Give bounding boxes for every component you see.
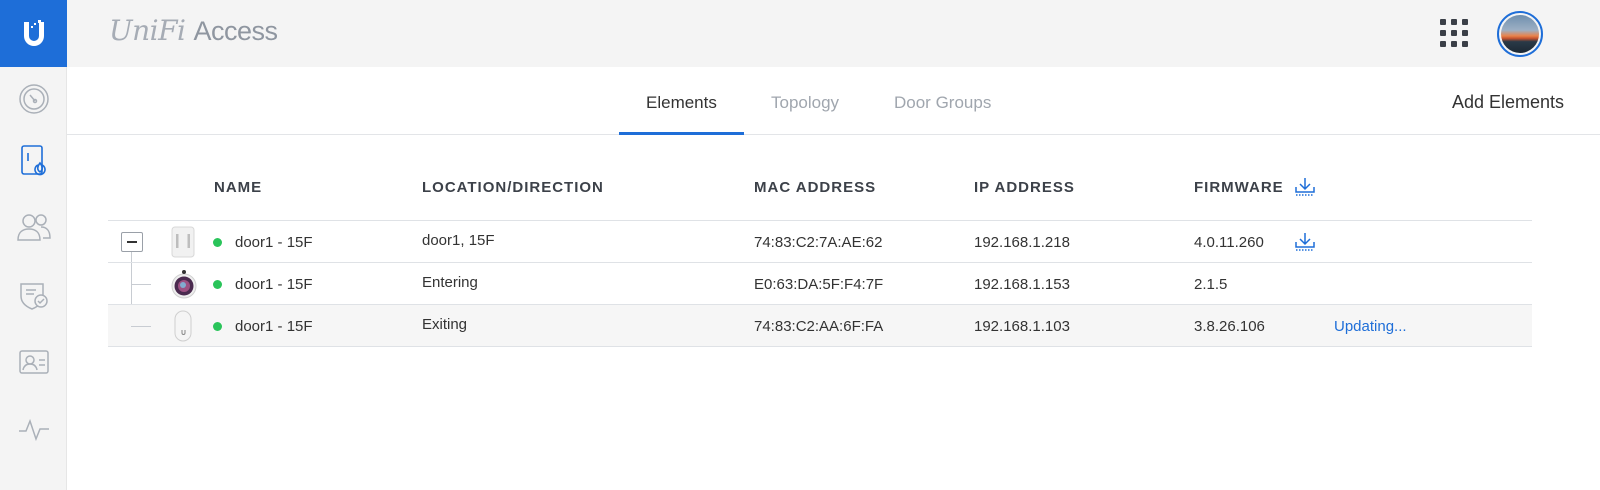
device-name[interactable]: door1 - 15F	[235, 276, 313, 293]
collapse-toggle[interactable]	[121, 232, 143, 252]
column-location[interactable]: LOCATION/DIRECTION	[422, 179, 604, 196]
brand-name: UniFi	[109, 14, 186, 47]
update-all-firmware-icon[interactable]	[1294, 176, 1316, 203]
nav-activity[interactable]	[17, 412, 51, 446]
id-card-icon	[19, 350, 49, 374]
nav-credentials[interactable]	[17, 345, 51, 379]
tab-topology[interactable]: Topology	[771, 93, 839, 113]
tree-branch	[131, 284, 151, 285]
tab-bar: Elements Topology Door Groups Add Elemen…	[67, 67, 1600, 135]
column-ip[interactable]: IP ADDRESS	[974, 179, 1075, 196]
active-tab-indicator	[619, 132, 744, 135]
access-policy-icon	[20, 283, 48, 310]
device-location: door1, 15F	[422, 232, 495, 249]
device-firmware: 3.8.26.106	[1194, 318, 1265, 335]
column-name[interactable]: NAME	[214, 179, 262, 196]
status-online-dot	[213, 280, 222, 289]
tab-elements[interactable]: Elements	[646, 93, 717, 113]
firmware-update-icon[interactable]	[1294, 231, 1316, 257]
dashboard-icon	[19, 84, 49, 114]
nav-users[interactable]	[17, 210, 51, 244]
tree-branch	[131, 326, 151, 327]
device-ip: 192.168.1.153	[974, 276, 1070, 293]
device-ip: 192.168.1.218	[974, 234, 1070, 251]
device-location: Exiting	[422, 316, 468, 333]
app-launcher-icon[interactable]	[1440, 19, 1468, 47]
avatar-image	[1501, 15, 1539, 53]
activity-icon	[19, 418, 49, 442]
unifi-u-icon	[23, 19, 44, 46]
device-name[interactable]: door1 - 15F	[235, 318, 313, 335]
column-firmware[interactable]: FIRMWARE	[1194, 179, 1284, 196]
device-mac: 74:83:C2:7A:AE:62	[754, 234, 883, 251]
device-ip: 192.168.1.103	[974, 318, 1070, 335]
nav-doors[interactable]	[17, 143, 51, 177]
status-online-dot	[213, 322, 222, 331]
hub-device-icon	[170, 226, 196, 262]
table-row[interactable]: door1 - 15F Exiting 74:83:C2:AA:6F:FA 19…	[108, 305, 1532, 347]
nav-access-policies[interactable]	[17, 278, 51, 312]
product-name: Access	[193, 16, 278, 46]
tab-door-groups[interactable]: Door Groups	[894, 93, 991, 113]
nav-dashboard[interactable]	[17, 82, 51, 116]
unifi-logo[interactable]	[0, 0, 67, 67]
nav-rail	[0, 0, 67, 490]
table-row[interactable]: door1 - 15F door1, 15F 74:83:C2:7A:AE:62…	[108, 221, 1532, 263]
table-header: NAME LOCATION/DIRECTION MAC ADDRESS IP A…	[108, 168, 1532, 221]
top-bar: UniFi Access	[67, 0, 1600, 67]
users-icon	[17, 214, 51, 241]
column-mac[interactable]: MAC ADDRESS	[754, 179, 876, 196]
user-avatar[interactable]	[1497, 11, 1543, 57]
device-mac: E0:63:DA:5F:F4:7F	[754, 276, 884, 293]
elements-table: NAME LOCATION/DIRECTION MAC ADDRESS IP A…	[108, 168, 1532, 347]
app-brand[interactable]: UniFi Access	[109, 14, 278, 47]
firmware-updating-status[interactable]: Updating...	[1334, 318, 1407, 335]
doors-icon	[21, 145, 46, 176]
status-online-dot	[213, 238, 222, 247]
device-name[interactable]: door1 - 15F	[235, 234, 313, 251]
reader-lite-device-icon	[170, 310, 196, 346]
device-location: Entering	[422, 274, 478, 291]
device-firmware: 4.0.11.260	[1194, 234, 1264, 251]
reader-pro-device-icon	[170, 269, 198, 303]
table-row[interactable]: door1 - 15F Entering E0:63:DA:5F:F4:7F 1…	[108, 263, 1532, 305]
device-firmware: 2.1.5	[1194, 276, 1228, 293]
add-elements-button[interactable]: Add Elements	[1452, 92, 1564, 113]
device-mac: 74:83:C2:AA:6F:FA	[754, 318, 884, 335]
